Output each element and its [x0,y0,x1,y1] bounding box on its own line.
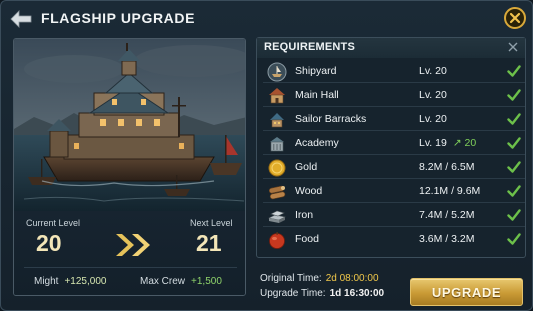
max-crew-value: +1,500 [191,276,222,287]
upgrade-time-value: 1d 16:30:00 [329,288,385,299]
iron-icon [268,210,286,223]
requirement-value-text: Lv. 19 [419,137,447,149]
close-icon [509,12,521,24]
check-icon [507,89,521,101]
requirement-value: 8.2M / 6.5M [419,161,475,173]
back-arrow-icon [10,10,32,28]
upgrade-button-label: UPGRADE [431,284,502,300]
wood-icon [268,185,286,200]
requirement-name: Shipyard [295,65,337,77]
might-label: Might [34,276,59,287]
upgrade-button[interactable]: UPGRADE [410,278,523,306]
flagship-image [14,39,245,211]
requirement-row-gold: Gold 8.2M / 6.5M [263,156,525,179]
requirement-name: Gold [295,161,318,173]
check-icon [507,113,521,125]
requirement-row-shipyard: Shipyard Lv. 20 [263,60,525,83]
check-icon [507,185,521,197]
close-icon[interactable] [507,41,519,53]
food-icon [269,232,285,249]
flagship-card: Current Level 20 Next Level 21 Might +125… [13,38,246,296]
requirement-value: Lv. 20 [419,65,447,77]
max-crew-label: Max Crew [140,276,186,287]
requirements-title: REQUIREMENTS [264,41,356,53]
might-stat: Might +125,000 [34,276,106,287]
sailor-barracks-icon [270,113,284,128]
check-icon [507,209,521,221]
shipyard-icon [267,62,287,82]
level-up-indicator: ↗ 20 [452,137,477,149]
requirement-name: Main Hall [295,89,339,101]
requirement-name: Academy [295,137,339,149]
requirement-name: Food [295,233,319,245]
requirement-name: Sailor Barracks [295,113,367,125]
next-level-label: Next Level [190,218,233,228]
requirement-name: Iron [295,209,314,221]
level-section: Current Level 20 Next Level 21 Might +125… [14,211,245,295]
header: FLAGSHIP UPGRADE [1,1,533,37]
original-time-label: Original Time: [260,273,322,284]
check-icon [507,137,521,149]
max-crew-stat: Max Crew +1,500 [140,276,222,287]
upgrade-times: Original Time: 2d 08:00:00 Upgrade Time: 1… [260,273,384,303]
requirement-row-sailor-barracks: Sailor Barracks Lv. 20 [263,108,525,131]
requirement-row-iron: Iron 7.4M / 5.2M [263,204,525,227]
requirement-value: 7.4M / 5.2M [419,209,475,221]
upgrade-time-row: Upgrade Time: 1d 16:30:00 [260,288,384,303]
current-level-value: 20 [36,230,62,256]
academy-icon [270,137,284,152]
main-hall-icon [269,88,285,104]
original-time-row: Original Time: 2d 08:00:00 [260,273,384,288]
requirement-row-main-hall: Main Hall Lv. 20 [263,84,525,107]
requirement-value: 3.6M / 3.2M [419,233,475,245]
requirement-value: Lv. 19 ↗ 20 [419,137,476,149]
divider [24,267,237,268]
requirement-row-food: Food 3.6M / 3.2M [263,228,525,251]
requirements-panel: REQUIREMENTS Shipyard Lv. 20 Main Hall L… [256,37,526,258]
check-icon [507,65,521,77]
flagship-upgrade-panel: FLAGSHIP UPGRADE Current Level 20 Next L… [0,0,533,311]
requirement-value: Lv. 20 [419,113,447,125]
next-level-value: 21 [196,230,222,256]
requirement-value: Lv. 20 [419,89,447,101]
requirement-name: Wood [295,185,323,197]
back-button[interactable] [9,7,33,31]
requirement-row-academy: Academy Lv. 19 ↗ 20 [263,132,525,155]
check-icon [507,233,521,245]
requirement-row-wood: Wood 12.1M / 9.6M [263,180,525,203]
might-value: +125,000 [64,276,107,287]
gold-icon [268,159,286,177]
original-time-value: 2d 08:00:00 [325,273,379,284]
close-button[interactable] [504,7,526,29]
page-title: FLAGSHIP UPGRADE [41,10,196,26]
upgrade-time-label: Upgrade Time: [260,288,326,299]
current-level-label: Current Level [26,218,81,228]
check-icon [507,161,521,173]
requirements-header: REQUIREMENTS [257,38,525,58]
requirement-value: 12.1M / 9.6M [419,185,481,197]
double-chevron-right-icon [116,234,150,256]
